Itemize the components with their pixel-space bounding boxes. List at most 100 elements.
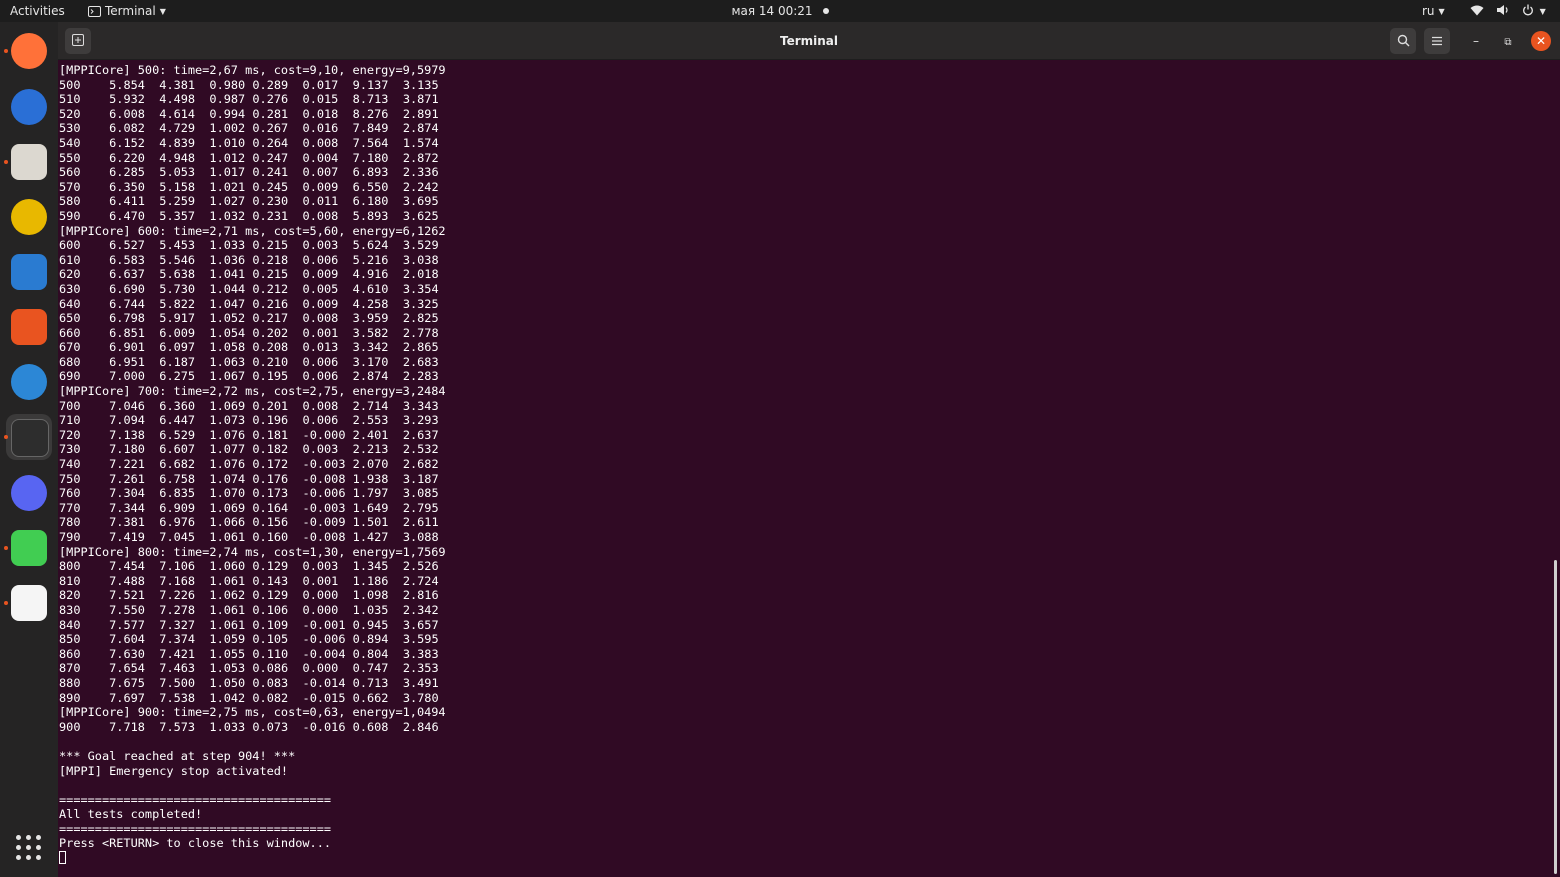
table-cell: 6.008 xyxy=(109,106,145,121)
table-cell: 740 xyxy=(59,457,81,472)
table-cell: 0.289 xyxy=(252,77,289,92)
system-tray[interactable]: ▼ xyxy=(1470,0,1556,22)
running-indicator-icon xyxy=(4,435,8,439)
table-cell: 6.187 xyxy=(159,354,196,369)
table-cell: 2.353 xyxy=(402,661,439,676)
table-cell: -0.015 xyxy=(302,690,346,705)
minimize-button[interactable]: – xyxy=(1466,31,1486,51)
table-cell: 0.009 xyxy=(302,296,339,311)
table-row: 630 6.690 5.730 1.044 0.212 0.005 4.610 3.354 xyxy=(59,282,453,297)
clock[interactable]: мая 14 00:21 xyxy=(0,0,1560,22)
table-cell: 1.061 xyxy=(209,602,246,617)
table-cell: 0.230 xyxy=(252,194,289,209)
table-cell: 0.083 xyxy=(252,675,289,690)
table-cell: 7.327 xyxy=(159,617,196,632)
table-cell: 7.304 xyxy=(109,486,145,501)
scrollbar-thumb[interactable] xyxy=(1554,560,1557,874)
table-cell: 0.662 xyxy=(352,690,389,705)
firefox-icon xyxy=(11,33,47,69)
table-cell: 7.374 xyxy=(159,632,196,647)
table-cell: 7.278 xyxy=(159,602,196,617)
table-cell: 0.210 xyxy=(252,354,289,369)
table-row: 750 7.261 6.758 1.074 0.176 -0.008 1.938 3.187 xyxy=(59,472,453,487)
table-cell: 0.281 xyxy=(252,106,289,121)
table-cell: 6.275 xyxy=(159,369,196,384)
dock-item-thunderbird[interactable] xyxy=(6,84,52,130)
table-cell: 3.383 xyxy=(402,646,439,661)
table-row: 670 6.901 6.097 1.058 0.208 0.013 3.342 2.865 xyxy=(59,340,453,355)
table-cell: 590 xyxy=(59,208,81,223)
caret-down-icon: ▼ xyxy=(1539,7,1546,16)
terminal-view[interactable]: [MPPICore] 500: time=2,67 ms, cost=9,10,… xyxy=(58,60,1552,877)
dock-item-qt-creator[interactable] xyxy=(4,525,52,571)
table-cell: 5.053 xyxy=(159,165,196,180)
hamburger-menu-button[interactable] xyxy=(1424,28,1450,54)
table-cell: 0.017 xyxy=(302,77,339,92)
table-cell: 620 xyxy=(59,267,81,282)
table-cell: 0.008 xyxy=(302,135,339,150)
dock-item-app-center[interactable] xyxy=(6,304,52,350)
table-cell: 5.893 xyxy=(352,208,389,223)
table-cell: 0.129 xyxy=(252,559,289,574)
table-cell: 6.851 xyxy=(109,325,145,340)
table-cell: 0.164 xyxy=(252,500,289,515)
dock-item-help[interactable] xyxy=(6,359,52,405)
dock-item-text-editor[interactable] xyxy=(4,580,52,626)
prompt-line xyxy=(59,851,453,866)
table-cell: 6.470 xyxy=(109,208,145,223)
table-cell: 1.052 xyxy=(209,311,246,326)
table-cell: 7.106 xyxy=(159,559,196,574)
table-cell: 1.050 xyxy=(209,675,246,690)
table-cell: 860 xyxy=(59,646,81,661)
dock-item-rhythmbox[interactable] xyxy=(6,194,52,240)
table-cell: 7.675 xyxy=(109,675,145,690)
language-indicator[interactable]: ru ▼ xyxy=(1422,0,1445,22)
table-cell: 0.156 xyxy=(252,515,289,530)
table-cell: 0.006 xyxy=(302,354,339,369)
table-cell: 0.006 xyxy=(302,413,339,428)
table-cell: 7.180 xyxy=(109,442,145,457)
dock-item-files[interactable] xyxy=(4,139,52,185)
close-button[interactable]: ✕ xyxy=(1531,31,1551,51)
top-bar: Activities Terminal ▼ мая 14 00:21 ru ▼ ▼ xyxy=(0,0,1560,22)
table-cell: 0.004 xyxy=(302,150,339,165)
table-cell: 1.073 xyxy=(209,413,246,428)
table-cell: 630 xyxy=(59,281,81,296)
table-cell: 0.202 xyxy=(252,325,289,340)
table-cell: 7.094 xyxy=(109,413,145,428)
table-cell: 1.002 xyxy=(209,121,246,136)
table-row: 880 7.675 7.500 1.050 0.083 -0.014 0.713 3.491 xyxy=(59,676,453,691)
table-cell: 3.170 xyxy=(352,354,389,369)
table-cell: 0.008 xyxy=(302,311,339,326)
table-cell: 0.264 xyxy=(252,135,289,150)
search-button[interactable] xyxy=(1390,28,1416,54)
table-cell: 0.018 xyxy=(302,106,339,121)
libreoffice-writer-icon xyxy=(11,254,47,290)
terminal-line: [MPPICore] 800: time=2,74 ms, cost=1,30,… xyxy=(59,544,446,559)
table-cell: 610 xyxy=(59,252,81,267)
running-indicator-icon xyxy=(4,49,8,53)
table-cell: 520 xyxy=(59,106,81,121)
table-cell: 0.106 xyxy=(252,602,289,617)
wifi-icon xyxy=(1470,5,1484,16)
dock-item-libreoffice-writer[interactable] xyxy=(6,249,52,295)
dock-item-discord[interactable] xyxy=(6,470,52,516)
table-row: 800 7.454 7.106 1.060 0.129 0.003 1.345 2.526 xyxy=(59,559,453,574)
table-cell: 7.180 xyxy=(352,150,389,165)
table-cell: 1.070 xyxy=(209,486,246,501)
table-cell: 0.804 xyxy=(352,646,389,661)
table-cell: 0.176 xyxy=(252,471,289,486)
maximize-button[interactable]: ⧉ xyxy=(1498,31,1518,51)
table-cell: 6.082 xyxy=(109,121,145,136)
table-cell: 1.027 xyxy=(209,194,246,209)
dock-item-firefox[interactable] xyxy=(4,28,52,74)
table-cell: 6.360 xyxy=(159,398,196,413)
table-cell: 6.744 xyxy=(109,296,145,311)
table-cell: 2.526 xyxy=(402,559,439,574)
dock-item-terminal[interactable] xyxy=(4,414,52,460)
show-apps-grid-icon[interactable] xyxy=(16,835,42,861)
table-cell: 7.226 xyxy=(159,588,196,603)
table-cell: 0.241 xyxy=(252,165,289,180)
table-cell: 890 xyxy=(59,690,81,705)
table-cell: 7.500 xyxy=(159,675,196,690)
